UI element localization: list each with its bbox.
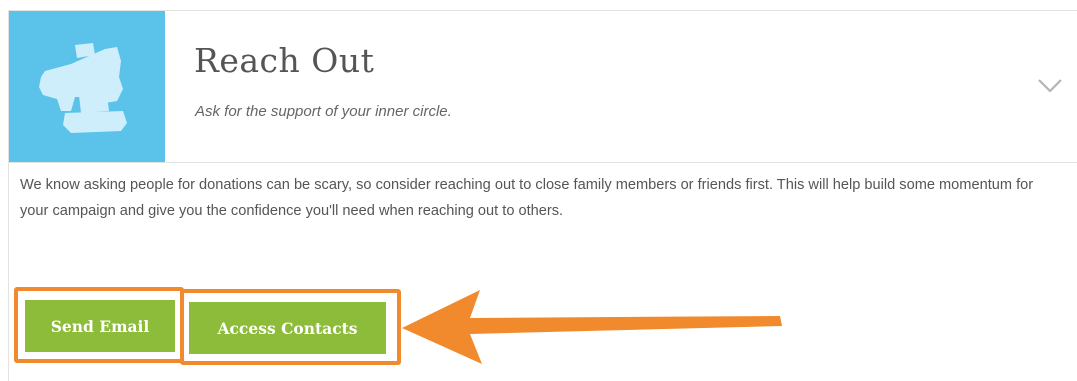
annotation-arrow — [402, 290, 782, 364]
step-description: We know asking people for donations can … — [20, 177, 1034, 219]
megaphone-icon — [39, 43, 127, 133]
chevron-down-icon[interactable] — [1037, 77, 1063, 95]
access-contacts-button[interactable]: Access Contacts — [189, 302, 386, 354]
step-icon-tile — [9, 11, 165, 162]
step-header[interactable]: Reach Out Ask for the support of your in… — [9, 11, 1077, 163]
send-email-button[interactable]: Send Email — [25, 300, 175, 352]
step-subtitle: Ask for the support of your inner circle… — [195, 103, 452, 120]
step-title: Reach Out — [194, 41, 375, 80]
